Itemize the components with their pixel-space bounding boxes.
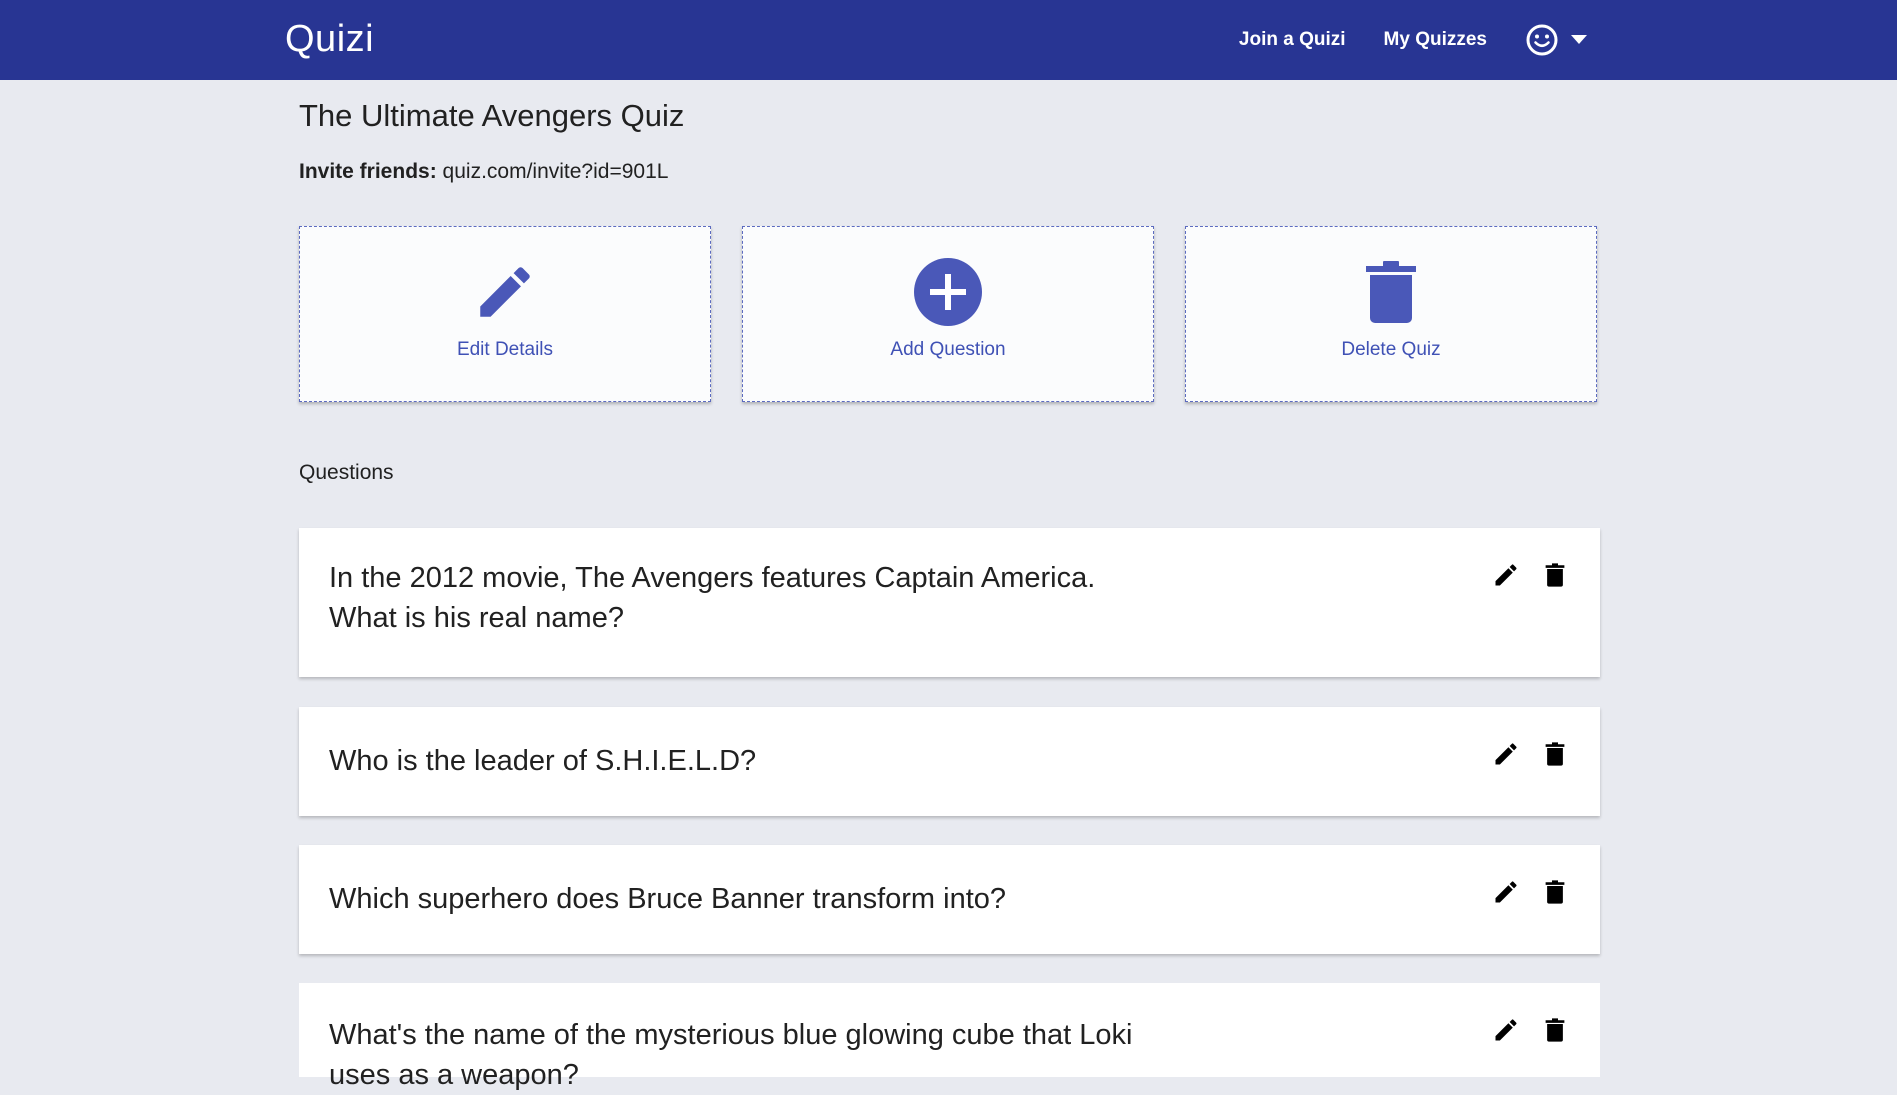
question-actions — [1472, 1017, 1570, 1047]
question-card[interactable]: In the 2012 movie, The Avengers features… — [299, 528, 1600, 677]
nav-links: Join a Quizi My Quizzes — [1201, 0, 1587, 80]
trash-icon — [1545, 741, 1565, 771]
page-title: The Ultimate Avengers Quiz — [299, 98, 685, 133]
pencil-icon — [1492, 561, 1520, 594]
question-card[interactable]: Which superhero does Bruce Banner transf… — [299, 845, 1600, 954]
pencil-icon — [1492, 1016, 1520, 1049]
question-text: Which superhero does Bruce Banner transf… — [329, 883, 1007, 915]
edit-question-button[interactable] — [1491, 879, 1521, 909]
delete-question-button[interactable] — [1540, 879, 1570, 909]
question-card[interactable]: What's the name of the mysterious blue g… — [299, 983, 1600, 1091]
delete-quiz-button[interactable]: Delete Quiz — [1185, 226, 1597, 402]
trash-icon — [1545, 879, 1565, 909]
question-card[interactable]: Who is the leader of S.H.I.E.L.D? — [299, 707, 1600, 816]
pencil-icon — [1492, 878, 1520, 911]
trash-icon — [1545, 562, 1565, 592]
join-quiz-link[interactable]: Join a Quizi — [1239, 29, 1346, 51]
edit-details-label: Edit Details — [456, 339, 554, 360]
top-navbar: Quizi Join a Quizi My Quizzes — [0, 0, 1897, 80]
smiley-face-icon — [1525, 23, 1559, 57]
add-question-label: Add Question — [890, 339, 1006, 360]
questions-heading: Questions — [299, 461, 394, 484]
invite-link[interactable]: quiz.com/invite?id=901L — [443, 160, 669, 183]
edit-question-button[interactable] — [1491, 1017, 1521, 1047]
invite-line: Invite friends: quiz.com/invite?id=901L — [299, 160, 668, 184]
account-menu-button[interactable] — [1525, 23, 1587, 57]
add-question-button[interactable]: Add Question — [742, 226, 1154, 402]
question-actions — [1472, 741, 1570, 771]
delete-question-button[interactable] — [1540, 741, 1570, 771]
edit-details-button[interactable]: Edit Details — [299, 226, 711, 402]
question-text: What's the name of the mysterious blue g… — [329, 1019, 1133, 1091]
caret-down-icon — [1571, 35, 1587, 45]
trash-icon — [1366, 260, 1416, 329]
delete-question-button[interactable] — [1540, 562, 1570, 592]
edit-question-button[interactable] — [1491, 562, 1521, 592]
plus-circle-icon — [913, 257, 983, 332]
question-text: In the 2012 movie, The Avengers features… — [329, 562, 1096, 634]
question-actions — [1472, 562, 1570, 592]
brand-logo[interactable]: Quizi — [285, 18, 374, 61]
question-actions — [1472, 879, 1570, 909]
trash-icon — [1545, 1017, 1565, 1047]
my-quizzes-link[interactable]: My Quizzes — [1384, 29, 1487, 51]
pencil-icon — [472, 259, 538, 330]
delete-question-button[interactable] — [1540, 1017, 1570, 1047]
invite-label: Invite friends: — [299, 160, 437, 183]
delete-quiz-label: Delete Quiz — [1341, 339, 1441, 360]
pencil-icon — [1492, 740, 1520, 773]
question-text: Who is the leader of S.H.I.E.L.D? — [329, 745, 757, 777]
edit-question-button[interactable] — [1491, 741, 1521, 771]
